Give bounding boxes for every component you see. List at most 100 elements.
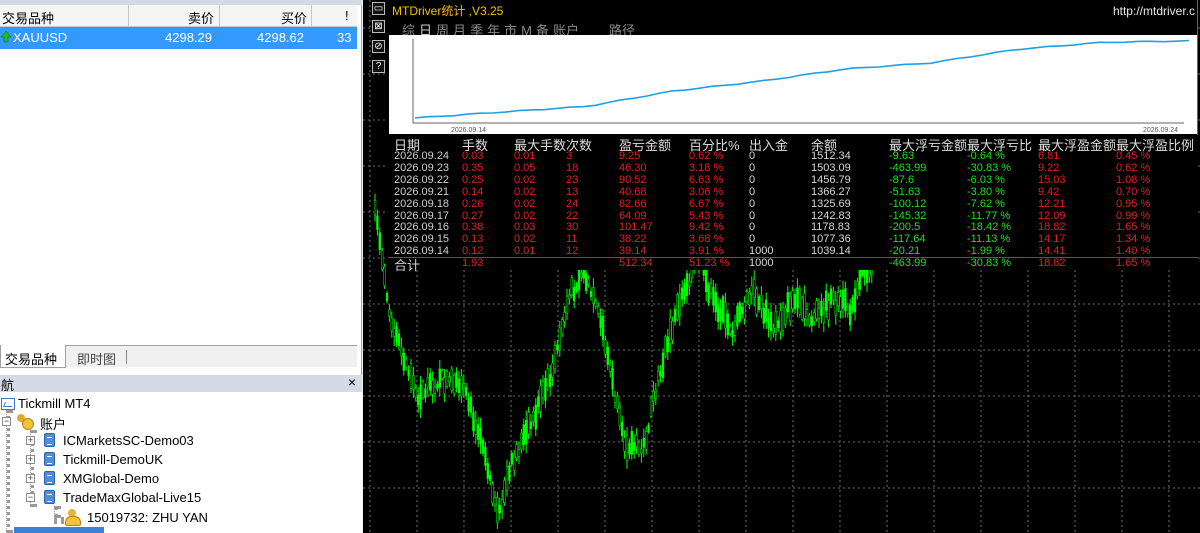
candle-body	[647, 424, 650, 432]
settings-icon[interactable]: ⊘	[372, 40, 385, 53]
candle-body	[431, 380, 434, 395]
tree-subaccount[interactable]: 15019732: ZHU YAN	[0, 508, 250, 527]
table-cell: -145.32	[889, 209, 927, 222]
expand-icon[interactable]: +	[26, 436, 35, 445]
tree-account-item[interactable]: + ICMarketsSC-Demo03	[0, 431, 250, 450]
account-icon	[44, 433, 55, 447]
accounts-icon	[16, 414, 34, 430]
candle-body	[568, 294, 571, 299]
candle-body	[784, 307, 787, 325]
col-symbol[interactable]: 交易品种	[2, 8, 54, 27]
candle-body	[448, 376, 451, 383]
close-icon[interactable]: ×	[348, 374, 356, 390]
candle-body	[623, 437, 626, 452]
tree-account-item[interactable]: − TradeMaxGlobal-Live15	[0, 488, 250, 507]
table-cell: 9.42	[1038, 185, 1060, 198]
table-cell: 3	[566, 150, 573, 162]
candle-body	[678, 293, 681, 317]
candle-body	[515, 444, 518, 458]
total-cell: 1.93	[462, 257, 484, 270]
table-cell: -9.63	[889, 150, 915, 162]
collapse-icon[interactable]: −	[26, 493, 35, 502]
mtdriver-url-link[interactable]: http://mtdriver.c	[1113, 4, 1195, 18]
tree-account-item[interactable]: + Tickmill-DemoUK	[0, 450, 250, 469]
window-icon[interactable]: ▭	[372, 2, 385, 15]
spread-value: 33	[337, 30, 352, 45]
symbol-row-xauusd[interactable]: XAUUSD 4298.29 4298.62 33	[0, 27, 357, 49]
table-cell: 30	[566, 221, 579, 234]
candle-body	[635, 435, 638, 448]
col-ask[interactable]: 买价	[281, 8, 307, 27]
candle-body	[736, 305, 739, 327]
expand-icon[interactable]: +	[26, 455, 35, 464]
candle-body	[575, 283, 578, 292]
candle-body	[774, 311, 777, 335]
candle-body	[417, 394, 420, 406]
candle-body	[815, 300, 818, 319]
candle-body	[673, 308, 677, 322]
table-cell: 0.25	[462, 173, 484, 186]
table-cell: 1325.69	[811, 197, 851, 210]
tree-root[interactable]: Tickmill MT4	[0, 394, 200, 413]
up-arrow-icon	[0, 30, 12, 43]
expand-icon[interactable]: +	[26, 474, 35, 483]
candle-body	[539, 385, 542, 412]
candle-body	[834, 300, 837, 316]
table-cell: 1.40 %	[1116, 245, 1151, 258]
candle-body	[450, 368, 453, 391]
tree-accounts[interactable]: − 账户	[0, 412, 200, 432]
tab-symbols[interactable]: 交易品种	[0, 345, 66, 368]
candle-body	[381, 250, 384, 270]
tab-tick-chart[interactable]: 即时图	[66, 346, 128, 368]
candle-body	[378, 232, 381, 250]
screenshot-icon[interactable]: ⊠	[372, 20, 385, 33]
candle-body	[544, 378, 547, 401]
candle-body	[777, 320, 780, 328]
candle-body	[577, 267, 581, 291]
table-cell: -18.42 %	[967, 221, 1012, 234]
candle-body	[709, 283, 713, 294]
candle-body	[705, 269, 708, 293]
account-icon	[44, 471, 55, 485]
col-bid[interactable]: 卖价	[188, 8, 214, 27]
table-cell: 0.03	[462, 150, 484, 162]
candle-body	[489, 475, 492, 481]
total-cell: -30.83 %	[967, 257, 1012, 270]
candle-body	[421, 381, 425, 398]
table-cell: 0	[749, 150, 756, 162]
candle-body	[721, 296, 725, 323]
candle-body	[503, 480, 506, 503]
table-cell: 1178.83	[811, 221, 850, 234]
candle-body	[712, 287, 715, 306]
table-cell: 0.03	[514, 221, 536, 234]
table-cell: -87.6	[889, 173, 915, 186]
table-cell: 9.22	[1038, 161, 1060, 174]
candle-body	[755, 288, 758, 315]
candle-body	[441, 370, 444, 379]
candle-body	[786, 292, 789, 313]
table-cell: 40.68	[619, 185, 647, 198]
mtdriver-panel: MTDriver统计 ,V3.25 http://mtdriver.c 综日周月…	[388, 0, 1198, 273]
tab-separator	[126, 350, 127, 364]
candle-body	[825, 290, 828, 311]
table-cell: -6.03 %	[967, 173, 1005, 186]
candle-body	[707, 284, 710, 304]
candle-body	[757, 296, 761, 310]
candle-body	[570, 277, 573, 296]
candle-body	[424, 388, 427, 398]
table-cell: 15.03	[1038, 173, 1066, 186]
col-spread[interactable]: !	[345, 8, 349, 23]
candle-body	[585, 273, 588, 291]
help-icon[interactable]: ?	[372, 60, 385, 73]
candle-body	[537, 396, 540, 408]
collapse-icon[interactable]: −	[2, 417, 11, 426]
candle-body	[748, 291, 751, 306]
tree-account-item[interactable]: + XMGlobal-Demo	[0, 469, 250, 488]
table-cell: -11.13 %	[967, 233, 1011, 246]
candle-body	[621, 421, 624, 436]
candle-body	[486, 463, 489, 479]
candle-body	[565, 295, 569, 314]
candle-body	[729, 326, 732, 334]
candle-body	[414, 387, 417, 398]
candle-body	[765, 299, 768, 322]
